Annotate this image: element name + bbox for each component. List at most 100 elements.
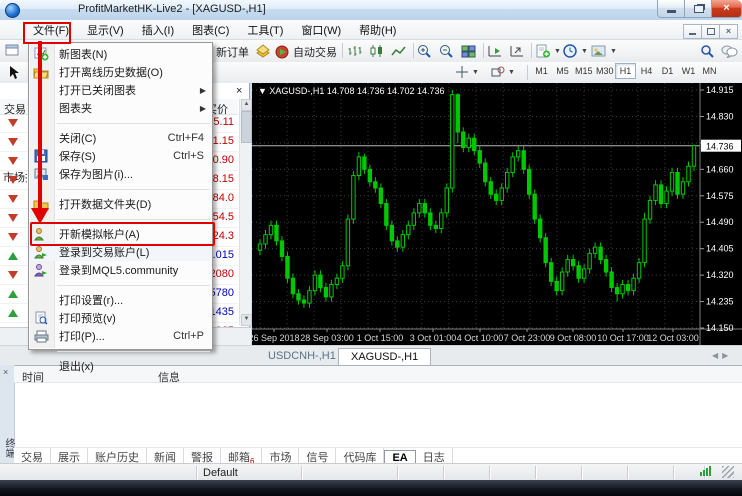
chart-area[interactable]: 14.91514.83014.66014.57514.49014.40514.3… xyxy=(252,83,742,345)
new-chart-window-icon[interactable] xyxy=(2,41,23,59)
chart-autoscroll-icon[interactable] xyxy=(506,42,528,60)
status-cell xyxy=(398,466,444,479)
resize-grip[interactable] xyxy=(722,466,734,478)
timeframe-m15[interactable]: M15 xyxy=(573,63,594,79)
file-menu-item[interactable]: 打开数据文件夹(D) xyxy=(29,195,212,213)
chat-icon[interactable] xyxy=(718,42,741,60)
timeframe-m30[interactable]: M30 xyxy=(594,63,615,79)
line-chart-icon[interactable] xyxy=(388,42,410,60)
timeframe-m1[interactable]: M1 xyxy=(531,63,552,79)
zoom-out-icon[interactable] xyxy=(436,42,458,60)
file-menu-item[interactable]: 打印预览(v) xyxy=(29,309,212,327)
market-watch-scrollbar[interactable]: ▲ ▼ xyxy=(239,99,251,325)
file-menu-item[interactable]: 保存为图片(i)... xyxy=(29,165,212,183)
status-profile-cell[interactable]: Default xyxy=(197,466,302,479)
window-title: ProfitMarketHK-Live2 - [XAGUSD-,H1] xyxy=(78,3,266,15)
bar-chart-icon[interactable] xyxy=(344,42,366,60)
menu-separator xyxy=(57,183,210,190)
file-menu-item[interactable]: 登录到交易账户(L) xyxy=(29,243,212,261)
chart-tab-xagusd[interactable]: XAGUSD-,H1 xyxy=(338,348,431,365)
menubar-item-3[interactable]: 图表(C) xyxy=(183,20,238,40)
status-cell xyxy=(536,466,582,479)
file-menu-item[interactable]: 退出(x) xyxy=(29,357,212,375)
market-watch-close-icon[interactable]: × xyxy=(236,85,242,97)
timeframe-mn[interactable]: MN xyxy=(699,63,720,79)
close-button[interactable]: × xyxy=(711,0,742,18)
crosshair-dropdown[interactable]: ▼ xyxy=(452,63,482,81)
restore-button[interactable] xyxy=(684,0,713,18)
submenu-arrow-icon: ▶ xyxy=(200,104,206,113)
menu-item-label: 登录到交易账户(L) xyxy=(59,244,149,260)
mdi-close-button[interactable]: × xyxy=(719,24,738,39)
svg-text:3 Oct 01:00: 3 Oct 01:00 xyxy=(410,333,457,343)
mdi-restore-button[interactable] xyxy=(701,24,720,39)
ask-price: 8.15 xyxy=(213,173,234,185)
scroll-down-icon[interactable]: ▼ xyxy=(241,314,252,326)
profile-name: Default xyxy=(203,467,238,479)
svg-text:7 Oct 23:00: 7 Oct 23:00 xyxy=(504,333,551,343)
timeframe-h1[interactable]: H1 xyxy=(615,63,636,79)
minimize-button[interactable] xyxy=(657,0,686,18)
print-preview-icon xyxy=(33,311,49,325)
menu-item-label: 打印设置(r)... xyxy=(59,292,123,308)
timeframe-m5[interactable]: M5 xyxy=(552,63,573,79)
menubar-item-2[interactable]: 插入(I) xyxy=(133,20,183,40)
menubar-item-file[interactable]: 文件(F) xyxy=(24,20,78,40)
timeframe-h4[interactable]: H4 xyxy=(636,63,657,79)
file-menu-item[interactable]: 保存(S)Ctrl+S xyxy=(29,147,212,165)
svg-text:14.490: 14.490 xyxy=(706,217,734,227)
shapes-dropdown[interactable]: ▼ xyxy=(488,63,518,81)
file-menu-dropdown: 新图表(N)打开离线历史数据(O)打开已关闭图表▶图表夹▶ 关闭(C)Ctrl+F… xyxy=(28,42,213,350)
mql5-account-icon xyxy=(33,263,49,277)
print-icon xyxy=(33,329,49,343)
tile-windows-icon[interactable] xyxy=(458,42,480,60)
candlestick-chart-icon[interactable] xyxy=(366,42,388,60)
scroll-up-icon[interactable]: ▲ xyxy=(241,99,252,111)
file-menu-item[interactable]: 打印设置(r)... xyxy=(29,291,212,309)
scrollbar-thumb[interactable] xyxy=(241,111,252,143)
new-order-button[interactable]: 新订单 xyxy=(213,42,252,62)
file-menu-item[interactable]: 图表夹▶ xyxy=(29,99,212,117)
trend-down-icon xyxy=(8,176,18,184)
trend-down-icon xyxy=(8,195,18,203)
trend-down-icon xyxy=(8,271,18,279)
exposure-icon[interactable] xyxy=(252,42,274,60)
autotrading-button[interactable]: 自动交易 xyxy=(272,42,340,62)
file-menu-item[interactable]: 关闭(C)Ctrl+F4 xyxy=(29,129,212,147)
title-bar[interactable]: ProfitMarketHK-Live2 - [XAGUSD-,H1] × xyxy=(0,0,742,21)
chart-tab-scroll-icons[interactable]: ◀▶ xyxy=(712,351,732,360)
file-menu-item[interactable]: 登录到MQL5.community xyxy=(29,261,212,279)
file-menu-item[interactable]: 打开已关闭图表▶ xyxy=(29,81,212,99)
file-menu-item[interactable]: 打印(P)...Ctrl+P xyxy=(29,327,212,345)
chart-shift-icon[interactable] xyxy=(484,42,506,60)
submenu-arrow-icon: ▶ xyxy=(200,86,206,95)
menubar-item-5[interactable]: 窗口(W) xyxy=(292,20,350,40)
menubar-item-1[interactable]: 显示(V) xyxy=(78,20,133,40)
terminal-close-icon[interactable]: × xyxy=(3,367,8,377)
application-window: ProfitMarketHK-Live2 - [XAGUSD-,H1] × 文件… xyxy=(0,0,742,496)
search-icon[interactable] xyxy=(697,42,718,60)
file-menu-item[interactable]: 打开离线历史数据(O) xyxy=(29,63,212,81)
timeframe-w1[interactable]: W1 xyxy=(678,63,699,79)
caret-down-icon: ▼ xyxy=(508,69,515,76)
svg-text:14.736: 14.736 xyxy=(706,142,734,152)
trend-down-icon xyxy=(8,157,18,165)
timeframe-d1[interactable]: D1 xyxy=(657,63,678,79)
svg-text:9 Oct 08:00: 9 Oct 08:00 xyxy=(550,333,597,343)
chart-tab-usdcnh[interactable]: USDCNH-,H1 xyxy=(256,348,348,365)
status-bar: Default xyxy=(0,463,742,481)
cursor-icon[interactable] xyxy=(4,63,24,82)
menubar-item-4[interactable]: 工具(T) xyxy=(238,20,292,40)
mdi-minimize-icon xyxy=(689,33,696,35)
ask-price: 0.90 xyxy=(213,154,234,166)
menu-item-label: 打印(P)... xyxy=(59,328,105,344)
save-icon xyxy=(33,149,49,163)
file-menu-item[interactable]: 新图表(N) xyxy=(29,45,212,63)
menubar-item-6[interactable]: 帮助(H) xyxy=(350,20,405,40)
periods-dropdown[interactable]: ▼ xyxy=(560,42,591,60)
svg-text:▼ XAGUSD-,H1 14.708 14.736 14: ▼ XAGUSD-,H1 14.708 14.736 14.702 14.736 xyxy=(258,86,445,96)
file-menu-item[interactable]: 开新模拟帐户(A) xyxy=(29,225,212,243)
templates-dropdown[interactable]: ▼ xyxy=(588,42,620,60)
mdi-minimize-button[interactable] xyxy=(683,24,702,39)
zoom-in-icon[interactable] xyxy=(414,42,436,60)
